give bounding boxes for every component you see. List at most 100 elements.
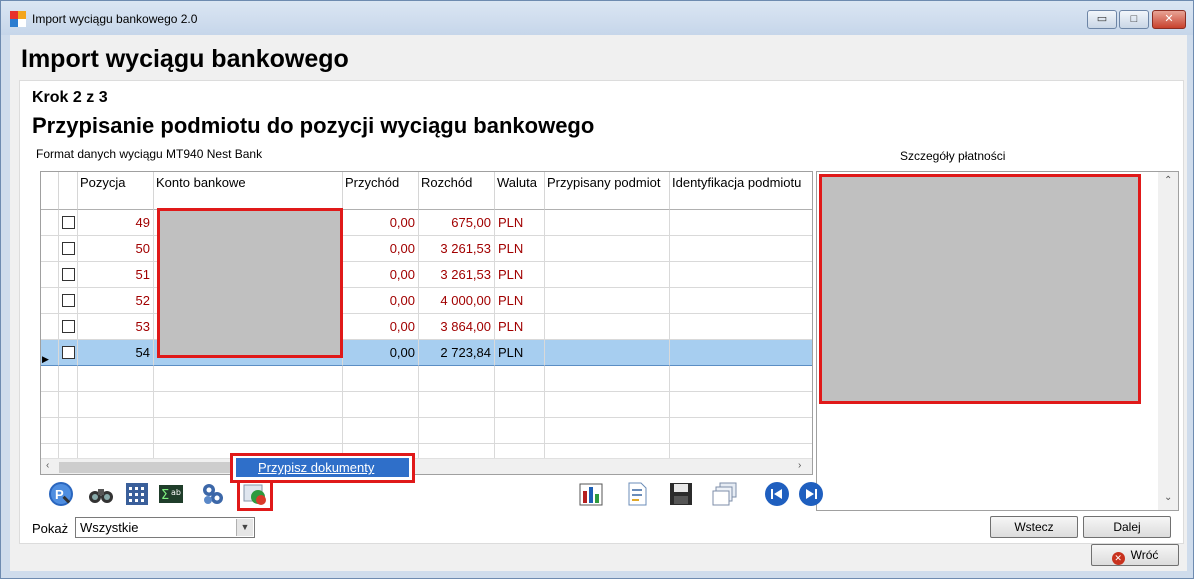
next-button[interactable]: Dalej — [1083, 516, 1171, 538]
table-cell — [545, 288, 670, 314]
table-cell: 49 — [78, 210, 154, 236]
table-row[interactable] — [41, 366, 812, 392]
scroll-right-icon[interactable]: › — [798, 460, 801, 471]
horizontal-scrollbar[interactable]: ‹ › — [41, 458, 812, 474]
binoculars-icon[interactable] — [88, 481, 114, 507]
filter-select[interactable]: Wszystkie ▼ — [75, 517, 255, 538]
row-checkbox[interactable] — [62, 294, 75, 307]
table-row[interactable] — [41, 392, 812, 418]
calculator-icon[interactable] — [124, 481, 150, 507]
table-row[interactable]: ▶ 54 0,00 2 723,84 PLN — [41, 340, 812, 366]
table-cell — [41, 418, 59, 444]
table-cell — [670, 210, 812, 236]
table-cell — [343, 418, 419, 444]
row-pointer-icon: ▶ — [42, 354, 49, 364]
table-cell — [41, 236, 59, 262]
table-cell — [154, 418, 343, 444]
last-record-icon[interactable] — [798, 481, 824, 507]
redacted-details-area — [819, 174, 1141, 404]
table-cell — [495, 366, 545, 392]
table-cell — [78, 392, 154, 418]
table-cell — [545, 210, 670, 236]
table-cell: 3 261,53 — [419, 262, 495, 288]
page-title: Import wyciągu bankowego — [21, 45, 349, 73]
close-button[interactable]: ✕ — [1152, 10, 1186, 29]
table-cell — [545, 366, 670, 392]
assign-icon[interactable] — [242, 481, 268, 507]
table-cell — [78, 366, 154, 392]
maximize-button[interactable]: □ — [1119, 10, 1149, 29]
table-cell — [59, 366, 78, 392]
table-row[interactable]: 53 0,00 3 864,00 PLN — [41, 314, 812, 340]
details-scrollbar[interactable]: ⌃ ⌄ — [1158, 172, 1178, 510]
row-checkbox[interactable] — [62, 320, 75, 333]
table-cell — [154, 392, 343, 418]
row-checkbox[interactable] — [62, 216, 75, 229]
table-cell — [545, 392, 670, 418]
col-header-currency[interactable]: Waluta — [495, 172, 545, 210]
minimize-button[interactable]: ▭ — [1087, 10, 1117, 29]
payment-details-panel: ⌃ ⌄ — [816, 171, 1179, 511]
table-cell — [670, 366, 812, 392]
col-header-account[interactable]: Konto bankowe — [154, 172, 343, 210]
chevron-down-icon[interactable]: ▼ — [236, 519, 253, 536]
table-cell: 50 — [78, 236, 154, 262]
grid-toolbar: P Σ ab — [40, 477, 823, 519]
table-cell — [670, 236, 812, 262]
table-cell: 51 — [78, 262, 154, 288]
col-header-identification[interactable]: Identyfikacja podmiotu — [670, 172, 812, 210]
chart-icon[interactable] — [578, 481, 604, 507]
table-row[interactable]: 51 0,00 3 261,53 PLN — [41, 262, 812, 288]
svg-text:ab: ab — [171, 488, 181, 497]
search-icon[interactable]: P — [48, 481, 74, 507]
table-cell: 3 261,53 — [419, 236, 495, 262]
table-cell: 0,00 — [343, 262, 419, 288]
row-checkbox[interactable] — [62, 242, 75, 255]
table-cell — [78, 418, 154, 444]
sum-icon[interactable]: Σ ab — [158, 481, 184, 507]
statement-grid[interactable]: Pozycja Konto bankowe Przychód Rozchód W… — [40, 171, 813, 475]
back-button[interactable]: Wstecz — [990, 516, 1078, 538]
svg-text:P: P — [55, 487, 64, 502]
table-cell — [41, 392, 59, 418]
scroll-left-icon[interactable]: ‹ — [46, 460, 49, 471]
col-header-expense[interactable]: Rozchód — [419, 172, 495, 210]
table-row[interactable] — [41, 418, 812, 444]
table-row[interactable]: 50 0,00 3 261,53 PLN — [41, 236, 812, 262]
windows-icon[interactable] — [712, 481, 738, 507]
table-row[interactable]: 52 0,00 4 000,00 PLN — [41, 288, 812, 314]
details-scroll-up-icon[interactable]: ⌃ — [1164, 175, 1172, 186]
row-checkbox[interactable] — [62, 268, 75, 281]
menu-item-assign-documents[interactable]: Przypisz dokumenty — [236, 458, 409, 477]
client-area: Import wyciągu bankowego Krok 2 z 3 Przy… — [10, 35, 1187, 571]
table-cell: 0,00 — [343, 236, 419, 262]
col-header-position[interactable]: Pozycja — [78, 172, 154, 210]
table-cell — [670, 418, 812, 444]
first-record-icon[interactable] — [764, 481, 790, 507]
table-cell — [670, 288, 812, 314]
app-window: Import wyciągu bankowego 2.0 ▭ □ ✕ Impor… — [0, 0, 1194, 579]
table-cell — [545, 236, 670, 262]
details-scroll-down-icon[interactable]: ⌄ — [1164, 492, 1172, 503]
col-header-income[interactable]: Przychód — [343, 172, 419, 210]
table-cell: 4 000,00 — [419, 288, 495, 314]
filter-value: Wszystkie — [80, 520, 139, 535]
table-cell: 3 864,00 — [419, 314, 495, 340]
table-row[interactable]: 49 0,00 675,00 PLN — [41, 210, 812, 236]
table-cell — [419, 418, 495, 444]
details-label: Szczegóły płatności — [900, 149, 1006, 163]
table-cell — [545, 314, 670, 340]
table-cell — [59, 392, 78, 418]
table-cell: 0,00 — [343, 314, 419, 340]
return-button[interactable]: ✕ Wróć — [1091, 544, 1179, 566]
document-icon[interactable] — [624, 481, 650, 507]
table-cell — [41, 262, 59, 288]
table-cell: 0,00 — [343, 288, 419, 314]
table-cell — [59, 236, 78, 262]
table-cell: 52 — [78, 288, 154, 314]
filter-label: Pokaż — [32, 521, 69, 536]
row-checkbox[interactable] — [62, 346, 75, 359]
gears-icon[interactable] — [200, 481, 226, 507]
col-header-assigned[interactable]: Przypisany podmiot — [545, 172, 670, 210]
save-icon[interactable] — [668, 481, 694, 507]
